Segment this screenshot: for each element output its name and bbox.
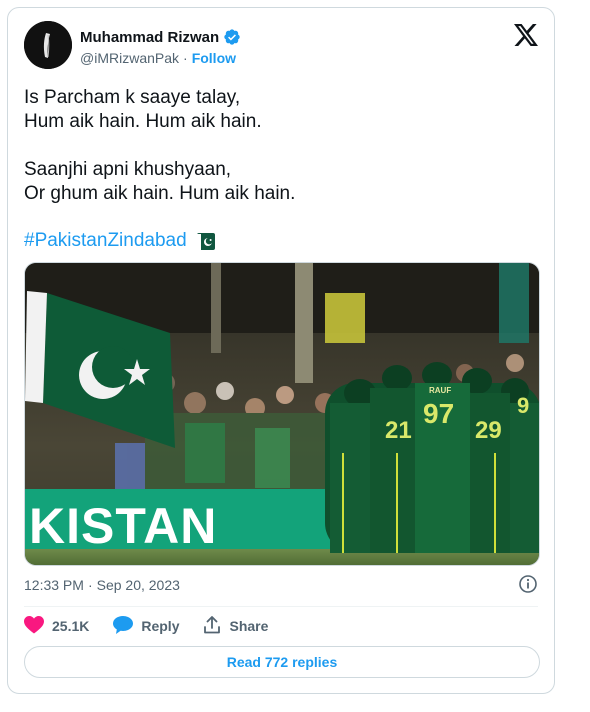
avatar-image	[24, 21, 72, 69]
verified-badge-icon	[223, 28, 241, 46]
like-button[interactable]: 25.1K	[24, 615, 90, 637]
x-logo-icon[interactable]	[514, 24, 538, 46]
hashtag-link[interactable]: #PakistanZindabad	[24, 229, 187, 253]
follow-button[interactable]: Follow	[192, 50, 236, 66]
handle-separator: ·	[183, 50, 188, 66]
tweet-date: Sep 20, 2023	[96, 577, 180, 593]
tweet-card: Muhammad Rizwan @iMRizwanPak · Follow Is…	[7, 7, 555, 694]
timestamp-separator: ·	[87, 577, 93, 593]
jersey-number: 97	[423, 398, 454, 429]
heart-icon	[24, 615, 44, 637]
players-huddle: RAUF 97 21 29 9	[325, 362, 539, 553]
reply-button[interactable]: Reply	[113, 615, 180, 637]
author-name[interactable]: Muhammad Rizwan	[80, 29, 219, 46]
hashtag-line: #PakistanZindabad	[24, 229, 215, 253]
avatar[interactable]	[24, 21, 72, 69]
svg-text:RAUF: RAUF	[429, 386, 451, 395]
info-icon[interactable]	[518, 574, 538, 594]
read-replies-button[interactable]: Read 772 replies	[24, 646, 540, 678]
jersey-number: 9	[517, 393, 529, 418]
like-count: 25.1K	[52, 618, 90, 634]
share-icon	[203, 615, 221, 637]
divider	[24, 606, 538, 607]
author-handle[interactable]: @iMRizwanPak	[80, 50, 179, 66]
author-block: Muhammad Rizwan @iMRizwanPak · Follow	[80, 27, 241, 66]
team-huddle-image: KISTAN RAUF 97 21 29 9	[25, 263, 539, 565]
action-bar: 25.1K Reply Share	[24, 615, 292, 637]
pakistan-flag-emoji-icon	[196, 233, 215, 250]
board-text: KISTAN	[29, 498, 217, 554]
share-button[interactable]: Share	[203, 615, 269, 637]
reply-label: Reply	[141, 618, 180, 634]
share-label: Share	[229, 618, 269, 634]
tweet-time: 12:33 PM	[24, 577, 84, 593]
tweet-timestamp[interactable]: 12:33 PM · Sep 20, 2023	[24, 577, 180, 593]
speech-bubble-icon	[113, 615, 134, 637]
jersey-number: 29	[475, 417, 502, 444]
tweet-text: Is Parcham k saaye talay, Hum aik hain. …	[24, 87, 296, 204]
jersey-number: 21	[385, 417, 412, 444]
tweet-photo[interactable]: KISTAN RAUF 97 21 29 9	[24, 262, 540, 566]
